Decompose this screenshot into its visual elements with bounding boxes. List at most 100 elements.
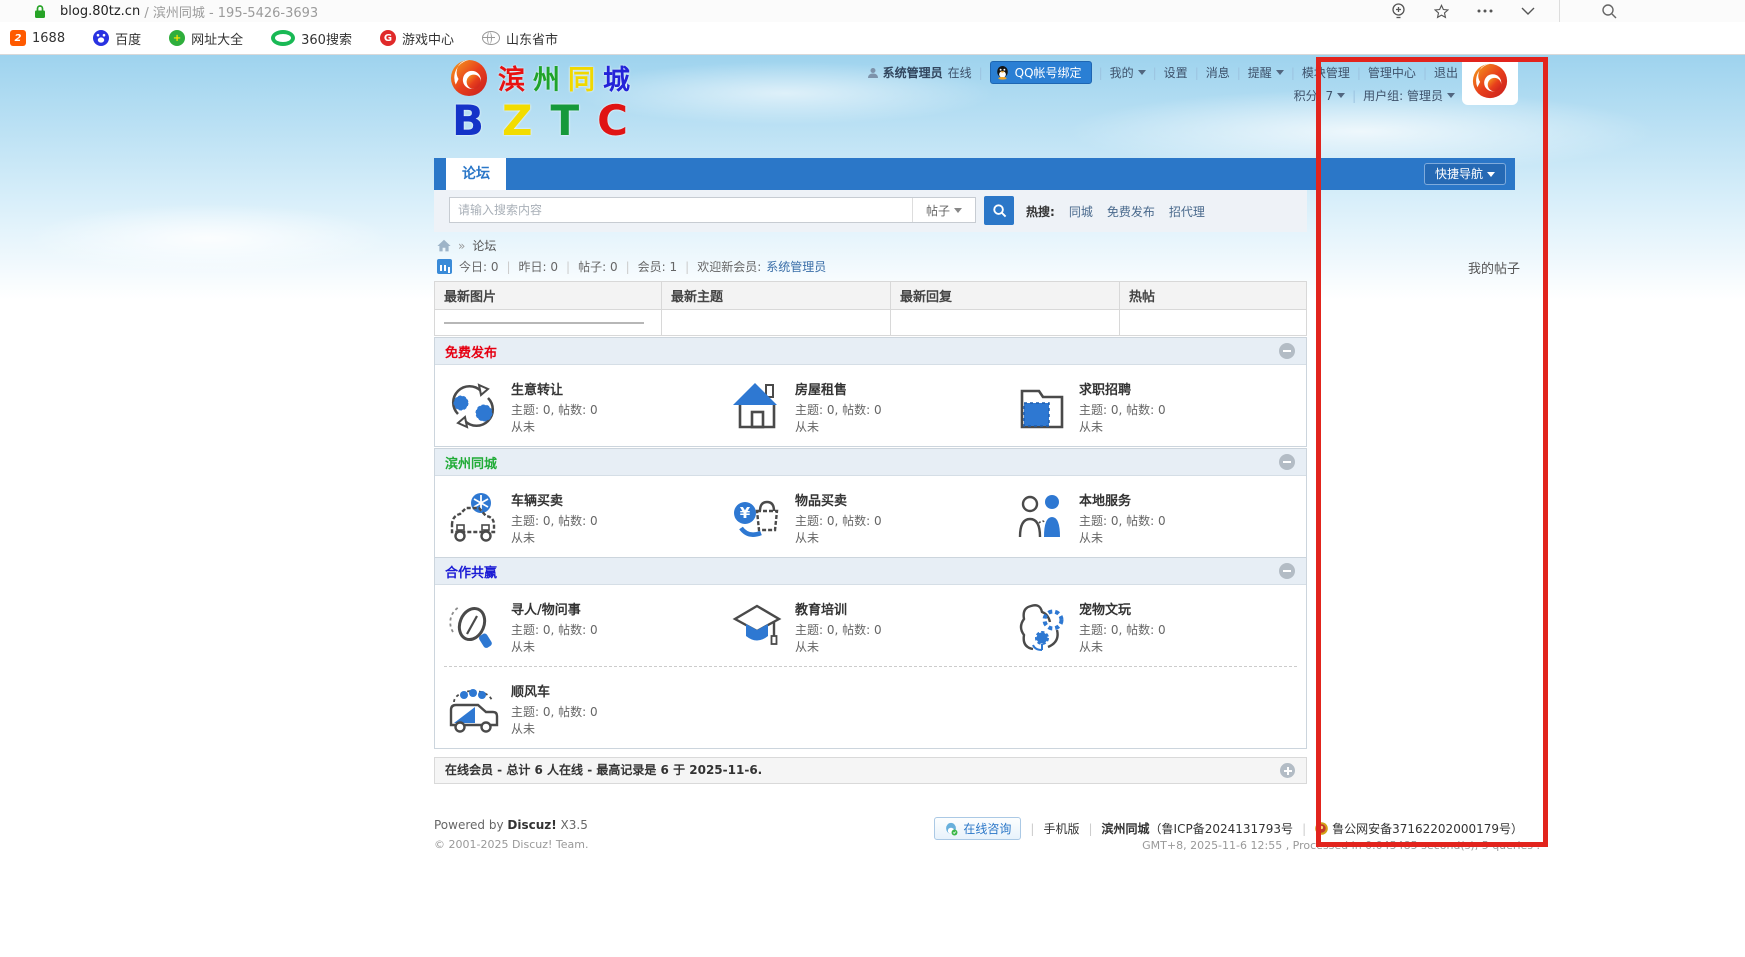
menu-logout[interactable]: 退出 — [1434, 64, 1458, 81]
forum-last-post: 从未 — [795, 530, 882, 547]
col-latest-topics[interactable]: 最新主题 — [662, 282, 891, 310]
breadcrumb-current[interactable]: 论坛 — [472, 237, 496, 254]
footer-powered: Powered by Discuz! X3.5 — [434, 818, 588, 832]
qq-bind-button[interactable]: QQ帐号绑定 — [990, 61, 1092, 84]
credits-dropdown[interactable]: 积分: 7 — [1294, 87, 1346, 104]
usergroup-dropdown[interactable]: 用户组: 管理员 — [1363, 87, 1455, 104]
caret-down-icon — [1276, 70, 1284, 75]
forum-stats: 主题: 0, 帖数: 0 — [1079, 622, 1166, 639]
welcome-user-link[interactable]: 系统管理员 — [766, 258, 826, 275]
bookmark-1688[interactable]: 2 1688 — [10, 30, 65, 46]
favorite-star-icon[interactable] — [1434, 4, 1449, 19]
forum-name[interactable]: 生意转让 — [511, 379, 598, 398]
menu-my[interactable]: 我的 — [1110, 64, 1146, 81]
forum-goods-trade[interactable]: ¥ 物品买卖 主题: 0, 帖数: 0 从未 — [728, 488, 1012, 547]
footer-links: 在线咨询 | 手机版 | 滨州同城（鲁ICP备2024131793号 | 鲁公网… — [934, 817, 1523, 840]
bookmark-label: 1688 — [32, 31, 65, 46]
expand-icon[interactable] — [1280, 763, 1295, 778]
bookmark-label: 百度 — [115, 29, 141, 48]
bookmark-baidu[interactable]: 百度 — [93, 29, 141, 48]
forum-name[interactable]: 寻人/物问事 — [511, 599, 598, 618]
my-posts-link[interactable]: 我的帖子 — [1468, 258, 1520, 277]
quick-nav-button[interactable]: 快捷导航 — [1424, 163, 1506, 185]
user-icon — [867, 67, 879, 79]
forum-name[interactable]: 顺风车 — [511, 681, 598, 700]
url-host[interactable]: blog.80tz.cn — [60, 4, 140, 19]
user-toolbar: 系统管理员 在线 | QQ帐号绑定 | 我的 | 设置 | 消息 | 提醒 | … — [867, 61, 1458, 84]
search-type-dropdown[interactable]: 帖子 — [912, 198, 975, 222]
forum-jobs[interactable]: 求职招聘 主题: 0, 帖数: 0 从未 — [1012, 377, 1296, 436]
collapse-icon[interactable] — [1279, 343, 1295, 359]
hot-link-free-post[interactable]: 免费发布 — [1107, 203, 1155, 220]
online-status: 在线 — [948, 64, 972, 81]
collapse-icon[interactable] — [1279, 454, 1295, 470]
collapse-icon[interactable] — [1279, 563, 1295, 579]
category-cooperation: 合作共赢 寻人/物问事 主题: 0, 帖数: 0 从未 — [434, 557, 1307, 749]
menu-settings[interactable]: 设置 — [1164, 64, 1188, 81]
footer-beian[interactable]: 鲁公网安备37162202000179号） — [1332, 820, 1523, 837]
collections-add-icon[interactable] — [1391, 3, 1406, 19]
footer-copyright: © 2001-2025 Discuz! Team. — [434, 838, 588, 851]
user-toolbar-row2: 积分: 7 | 用户组: 管理员 — [1294, 87, 1455, 104]
menu-messages[interactable]: 消息 — [1206, 64, 1230, 81]
carpool-truck-icon — [444, 679, 502, 737]
category-body: 车辆买卖 主题: 0, 帖数: 0 从未 ¥ 物品买卖 主题: 0, 帖数: 0… — [435, 476, 1306, 557]
forum-name[interactable]: 物品买卖 — [795, 490, 882, 509]
username-link[interactable]: 系统管理员 — [883, 64, 943, 81]
corner-logo[interactable] — [1462, 57, 1518, 105]
forum-name[interactable]: 房屋租售 — [795, 379, 882, 398]
forum-name[interactable]: 宠物文玩 — [1079, 599, 1166, 618]
col-latest-images[interactable]: 最新图片 — [435, 282, 662, 310]
category-title[interactable]: 滨州同城 — [445, 453, 497, 472]
category-body: 寻人/物问事 主题: 0, 帖数: 0 从未 教育培训 主题: 0, 帖数: 0… — [435, 585, 1306, 666]
forum-carpool[interactable]: 顺风车 主题: 0, 帖数: 0 从未 — [444, 679, 728, 738]
bookmark-game-center[interactable]: G 游戏中心 — [380, 29, 454, 48]
tab-forum[interactable]: 论坛 — [446, 158, 506, 190]
forum-lost-found[interactable]: 寻人/物问事 主题: 0, 帖数: 0 从未 — [444, 597, 728, 656]
col-latest-replies[interactable]: 最新回复 — [891, 282, 1120, 310]
forum-name[interactable]: 本地服务 — [1079, 490, 1166, 509]
browser-search-icon[interactable] — [1601, 3, 1617, 23]
forum-house-rent-sale[interactable]: 房屋租售 主题: 0, 帖数: 0 从未 — [728, 377, 1012, 436]
breadcrumb: » 论坛 — [437, 237, 496, 254]
bookmark-game-icon: G — [380, 30, 396, 46]
qq-consult-icon — [944, 822, 958, 836]
cell-latest-images — [435, 310, 662, 336]
bookmark-360-icon — [271, 30, 295, 46]
category-title[interactable]: 免费发布 — [445, 342, 497, 361]
online-consult-button[interactable]: 在线咨询 — [934, 817, 1021, 840]
menu-module-admin[interactable]: 模块管理 — [1302, 64, 1350, 81]
forum-name[interactable]: 教育培训 — [795, 599, 882, 618]
goods-yen-bag-icon: ¥ — [728, 488, 786, 546]
forum-last-post: 从未 — [795, 639, 882, 656]
hot-link-agent[interactable]: 招代理 — [1169, 203, 1205, 220]
forum-local-services[interactable]: 本地服务 主题: 0, 帖数: 0 从未 — [1012, 488, 1296, 547]
bookmark-hao-wangzhi[interactable]: + 网址大全 — [169, 29, 243, 48]
forum-name[interactable]: 车辆买卖 — [511, 490, 598, 509]
home-icon[interactable] — [437, 239, 451, 252]
forum-name[interactable]: 求职招聘 — [1079, 379, 1166, 398]
breadcrumb-sep: » — [458, 239, 465, 253]
col-hot-posts[interactable]: 热帖 — [1120, 282, 1307, 310]
forum-last-post: 从未 — [1079, 419, 1166, 436]
forum-stats: 主题: 0, 帖数: 0 — [795, 513, 882, 530]
forum-vehicle-trade[interactable]: 车辆买卖 主题: 0, 帖数: 0 从未 — [444, 488, 728, 547]
bookmark-360-search[interactable]: 360搜索 — [271, 29, 352, 48]
stat-yesterday: 昨日: 0 — [519, 258, 559, 275]
mobile-version-link[interactable]: 手机版 — [1043, 820, 1079, 837]
forum-pets-collectibles[interactable]: 宠物文玩 主题: 0, 帖数: 0 从未 — [1012, 597, 1296, 656]
discuz-brand[interactable]: Discuz! — [507, 818, 556, 832]
chevron-down-icon[interactable] — [1521, 7, 1535, 15]
search-input[interactable] — [450, 198, 912, 222]
hot-link-tongcheng[interactable]: 同城 — [1069, 203, 1093, 220]
browser-menu-icon[interactable] — [1477, 9, 1493, 13]
bookmark-shandong[interactable]: 山东省市 — [482, 29, 558, 48]
forum-business-transfer[interactable]: 生意转让 主题: 0, 帖数: 0 从未 — [444, 377, 728, 436]
search-button[interactable] — [984, 196, 1014, 225]
forum-education[interactable]: 教育培训 主题: 0, 帖数: 0 从未 — [728, 597, 1012, 656]
footer-icp[interactable]: （鲁ICP备2024131793号 — [1150, 822, 1294, 836]
menu-admin-center[interactable]: 管理中心 — [1368, 64, 1416, 81]
category-title[interactable]: 合作共赢 — [445, 562, 497, 581]
site-logo[interactable]: 滨州同城 — [450, 58, 638, 97]
menu-reminder[interactable]: 提醒 — [1248, 64, 1284, 81]
